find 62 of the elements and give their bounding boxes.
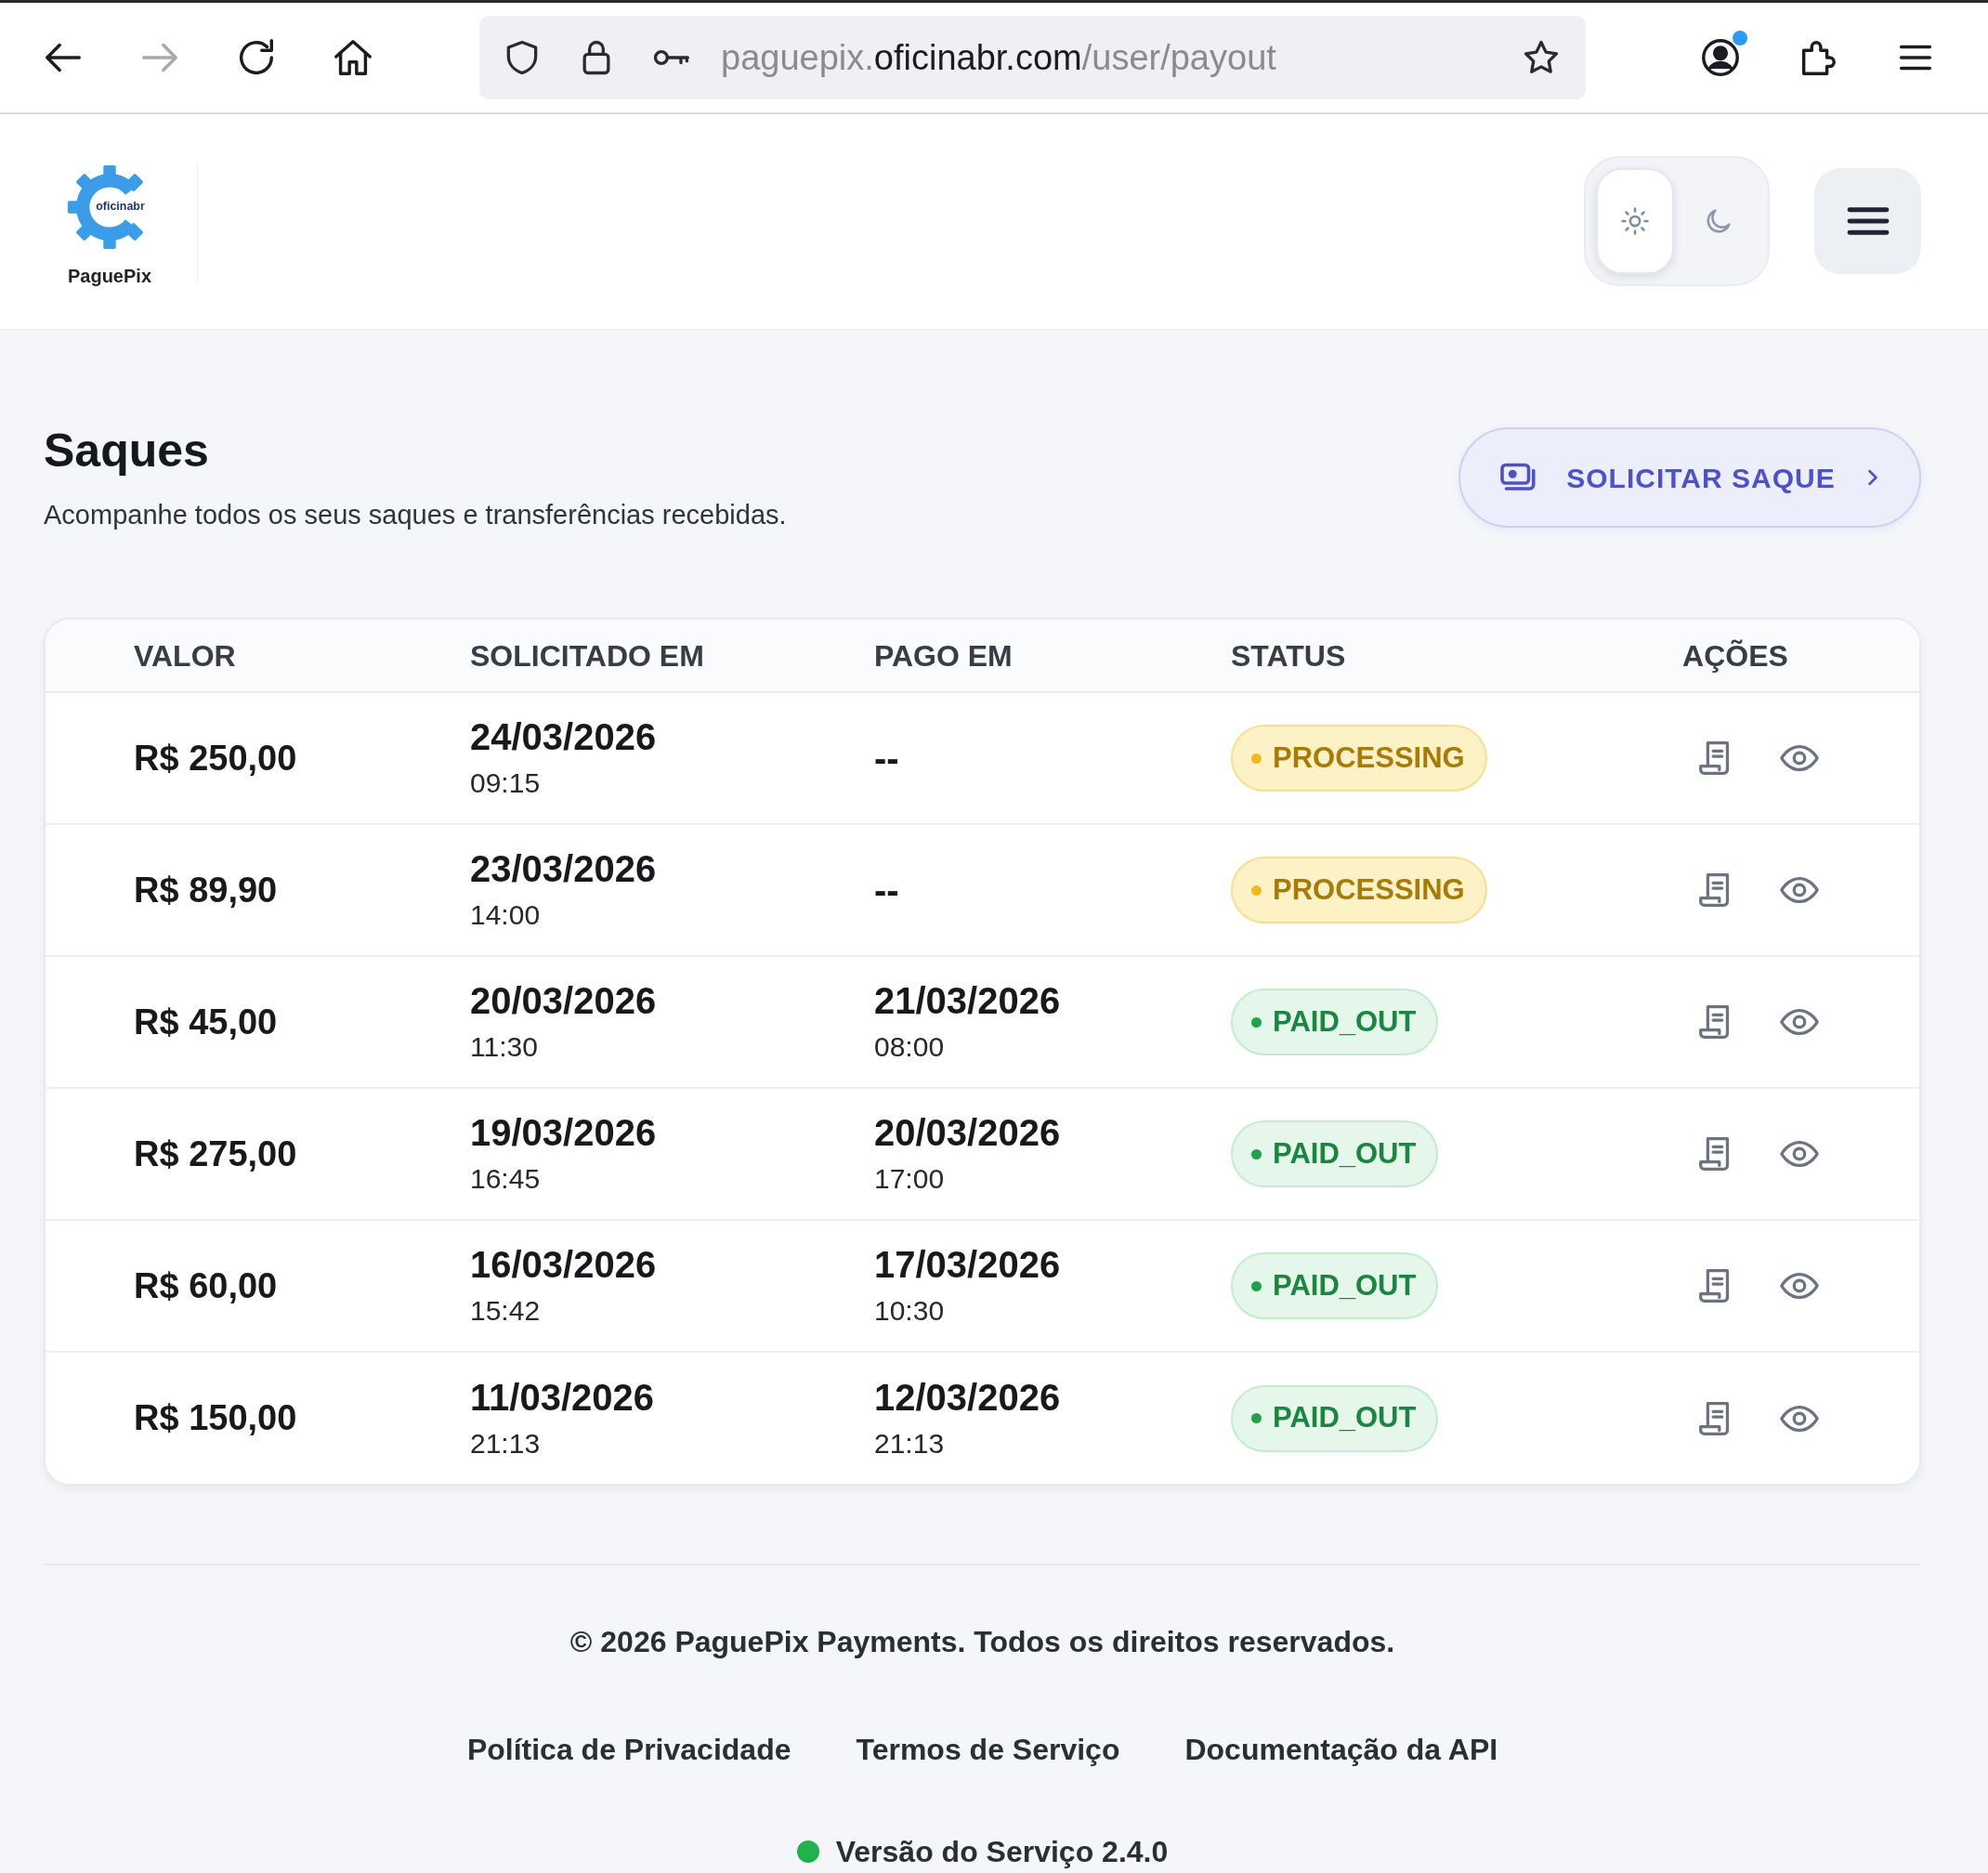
amount-text: R$ 60,00 xyxy=(134,1265,278,1305)
amount-text: R$ 250,00 xyxy=(134,738,297,778)
amount-text: R$ 150,00 xyxy=(134,1398,297,1437)
logo-name: PaguePix xyxy=(66,265,152,288)
column-header: PAGO EM xyxy=(830,620,1186,692)
date-text: -- xyxy=(874,737,899,779)
footer-link[interactable]: Termos de Serviço xyxy=(856,1731,1120,1768)
date-text: 20/03/2026 xyxy=(874,1111,1061,1154)
date-text: 21/03/2026 xyxy=(874,979,1061,1022)
amount-text: R$ 275,00 xyxy=(134,1133,297,1173)
amount-text: R$ 45,00 xyxy=(134,1002,278,1041)
address-bar[interactable]: paguepix.oficinabr.com/user/payout xyxy=(479,16,1586,99)
time-text: 21:13 xyxy=(874,1426,945,1460)
footer-link[interactable]: Política de Privacidade xyxy=(466,1731,791,1768)
sun-icon xyxy=(1619,205,1651,237)
request-withdrawal-button[interactable]: SOLICITAR SAQUE xyxy=(1458,427,1921,528)
date-text: -- xyxy=(874,869,899,911)
column-header: AÇÕES xyxy=(1581,620,1919,692)
status-dot-icon xyxy=(1251,1148,1262,1159)
status-text: PROCESSING xyxy=(1273,740,1465,776)
page-title: Saques xyxy=(44,424,209,478)
date-text: 20/03/2026 xyxy=(470,979,657,1022)
date-text: 16/03/2026 xyxy=(470,1243,657,1286)
column-header: STATUS xyxy=(1186,620,1581,692)
date-text: 17/03/2026 xyxy=(874,1243,1061,1286)
time-text: 10:30 xyxy=(874,1294,945,1328)
status-text: PROCESSING xyxy=(1273,871,1465,908)
column-header: VALOR xyxy=(46,620,425,692)
time-text: 08:00 xyxy=(874,1030,945,1064)
footer-link[interactable]: Documentação da API xyxy=(1184,1731,1498,1768)
status-text: PAID_OUT xyxy=(1273,1267,1417,1303)
status-text: PAID_OUT xyxy=(1273,1135,1417,1172)
status-dot-icon xyxy=(1251,753,1262,764)
time-text: 21:13 xyxy=(470,1426,541,1460)
gear-logo-icon xyxy=(67,164,144,250)
copyright-text: © 2026 PaguePix Payments. Todos os direitos reservados. xyxy=(569,1624,1395,1660)
date-text: 11/03/2026 xyxy=(470,1375,654,1419)
status-text: PAID_OUT xyxy=(1273,1003,1417,1040)
version-text: Versão do Serviço 2.4.0 xyxy=(835,1834,1169,1870)
time-text: 16:45 xyxy=(470,1162,541,1196)
status-dot-icon xyxy=(1251,1016,1262,1028)
account-icon[interactable] xyxy=(1699,36,1742,79)
date-text: 24/03/2026 xyxy=(470,715,657,758)
date-text: 12/03/2026 xyxy=(874,1375,1061,1419)
time-text: 15:42 xyxy=(470,1294,541,1328)
status-text: PAID_OUT xyxy=(1273,1400,1417,1436)
status-dot-icon xyxy=(1251,1413,1262,1423)
status-dot-icon xyxy=(1251,1280,1262,1291)
menu-button[interactable] xyxy=(1814,168,1921,274)
logo-mark-text: oficinabr xyxy=(96,199,145,213)
time-text: 09:15 xyxy=(470,766,541,800)
column-header: SOLICITADO EM xyxy=(425,620,830,692)
date-text: 19/03/2026 xyxy=(470,1111,657,1154)
time-text: 11:30 xyxy=(470,1030,538,1064)
time-text: 14:00 xyxy=(470,898,541,932)
menu-icon xyxy=(1846,205,1890,237)
status-dot-icon xyxy=(1251,884,1262,896)
amount-text: R$ 89,90 xyxy=(134,870,278,910)
date-text: 23/03/2026 xyxy=(470,847,657,890)
url-text: paguepix.oficinabr.com/user/payout xyxy=(721,36,1276,79)
time-text: 17:00 xyxy=(874,1162,945,1196)
page-subtitle: Acompanhe todos os seus saques e transferências recebidas. xyxy=(44,499,787,531)
